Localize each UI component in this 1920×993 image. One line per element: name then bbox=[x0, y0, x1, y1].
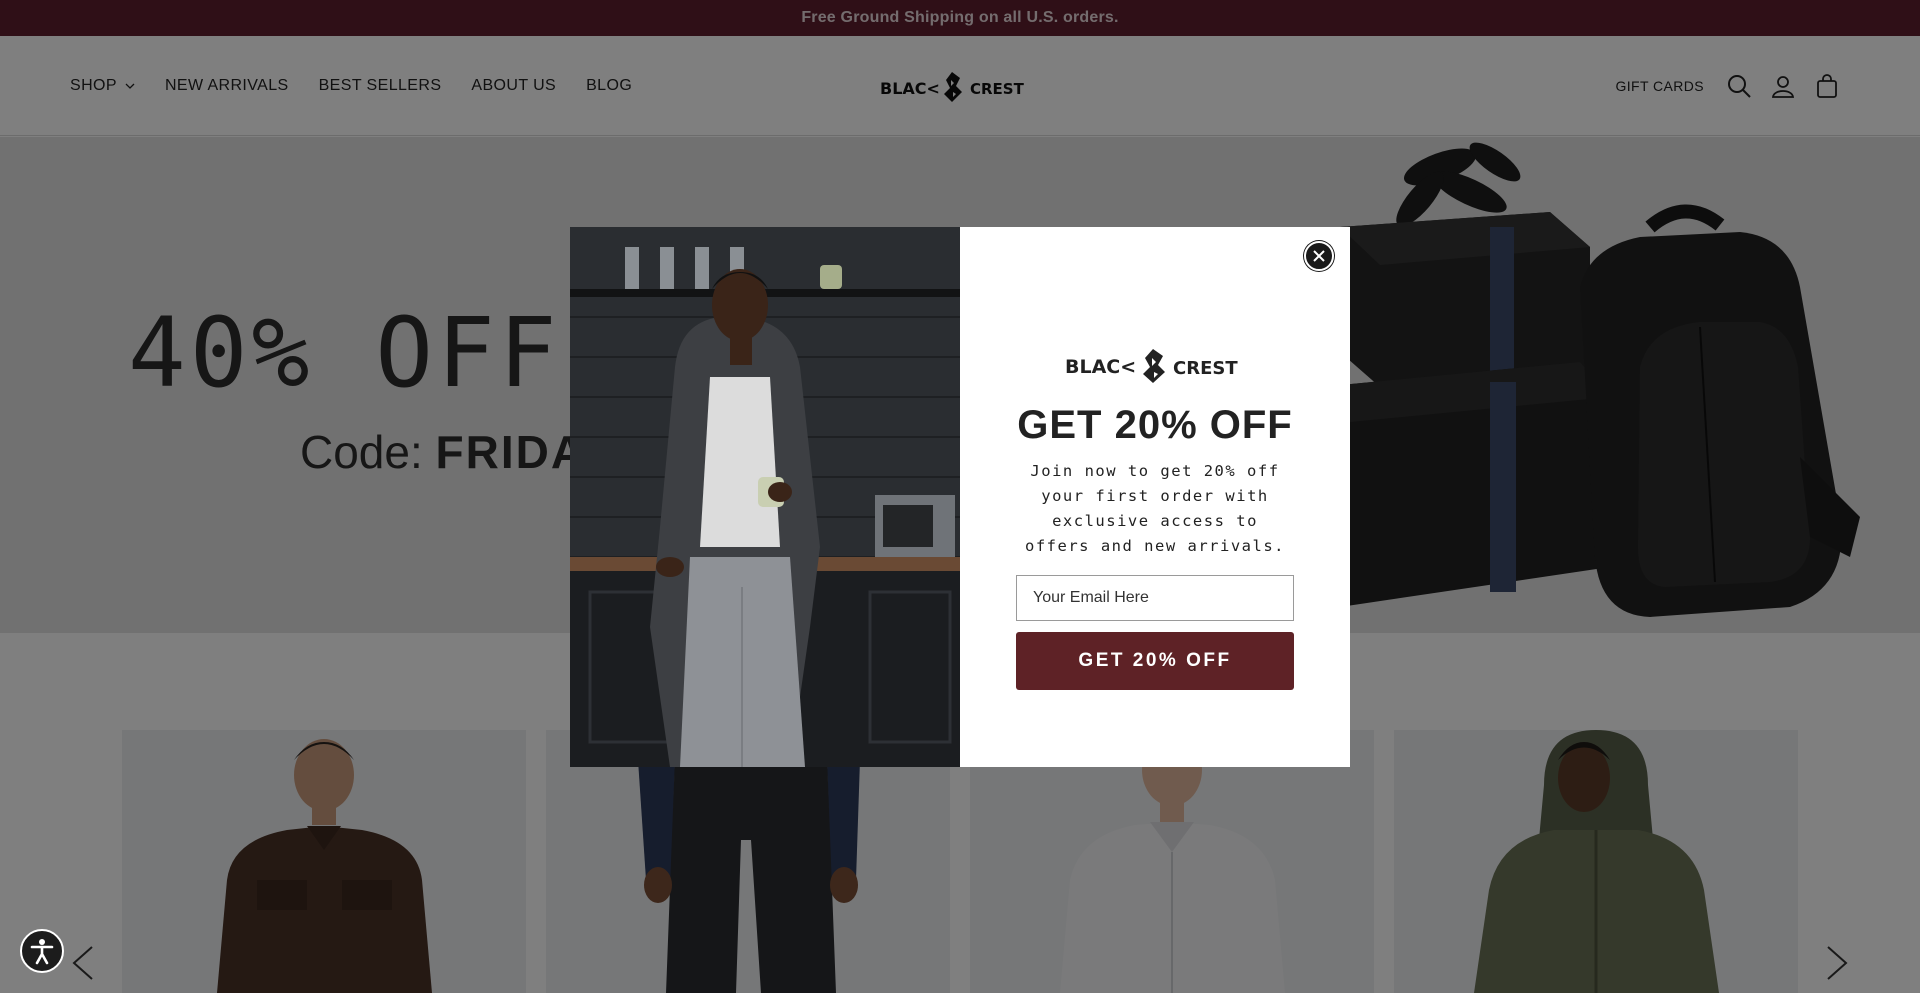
close-icon bbox=[1313, 250, 1325, 262]
modal-logo: BLAC< CREST bbox=[1065, 349, 1238, 383]
modal-content: BLAC< CREST GET 20% OFF Join now to get … bbox=[960, 227, 1350, 767]
modal-description: Join now to get 20% off your first order… bbox=[1025, 462, 1285, 555]
modal-title: GET 20% OFF bbox=[1017, 403, 1293, 447]
accessibility-icon bbox=[30, 939, 54, 965]
accessibility-button[interactable] bbox=[20, 929, 64, 973]
get-discount-button[interactable]: GET 20% OFF bbox=[1016, 632, 1294, 690]
svg-text:BLAC<: BLAC< bbox=[1065, 356, 1136, 378]
model-in-kitchen-image bbox=[570, 227, 960, 767]
signup-modal: BLAC< CREST GET 20% OFF Join now to get … bbox=[570, 227, 1350, 767]
svg-text:CREST: CREST bbox=[1173, 358, 1238, 379]
modal-photo bbox=[570, 227, 960, 767]
email-field[interactable] bbox=[1016, 575, 1294, 621]
modal-close-button[interactable] bbox=[1304, 241, 1334, 271]
